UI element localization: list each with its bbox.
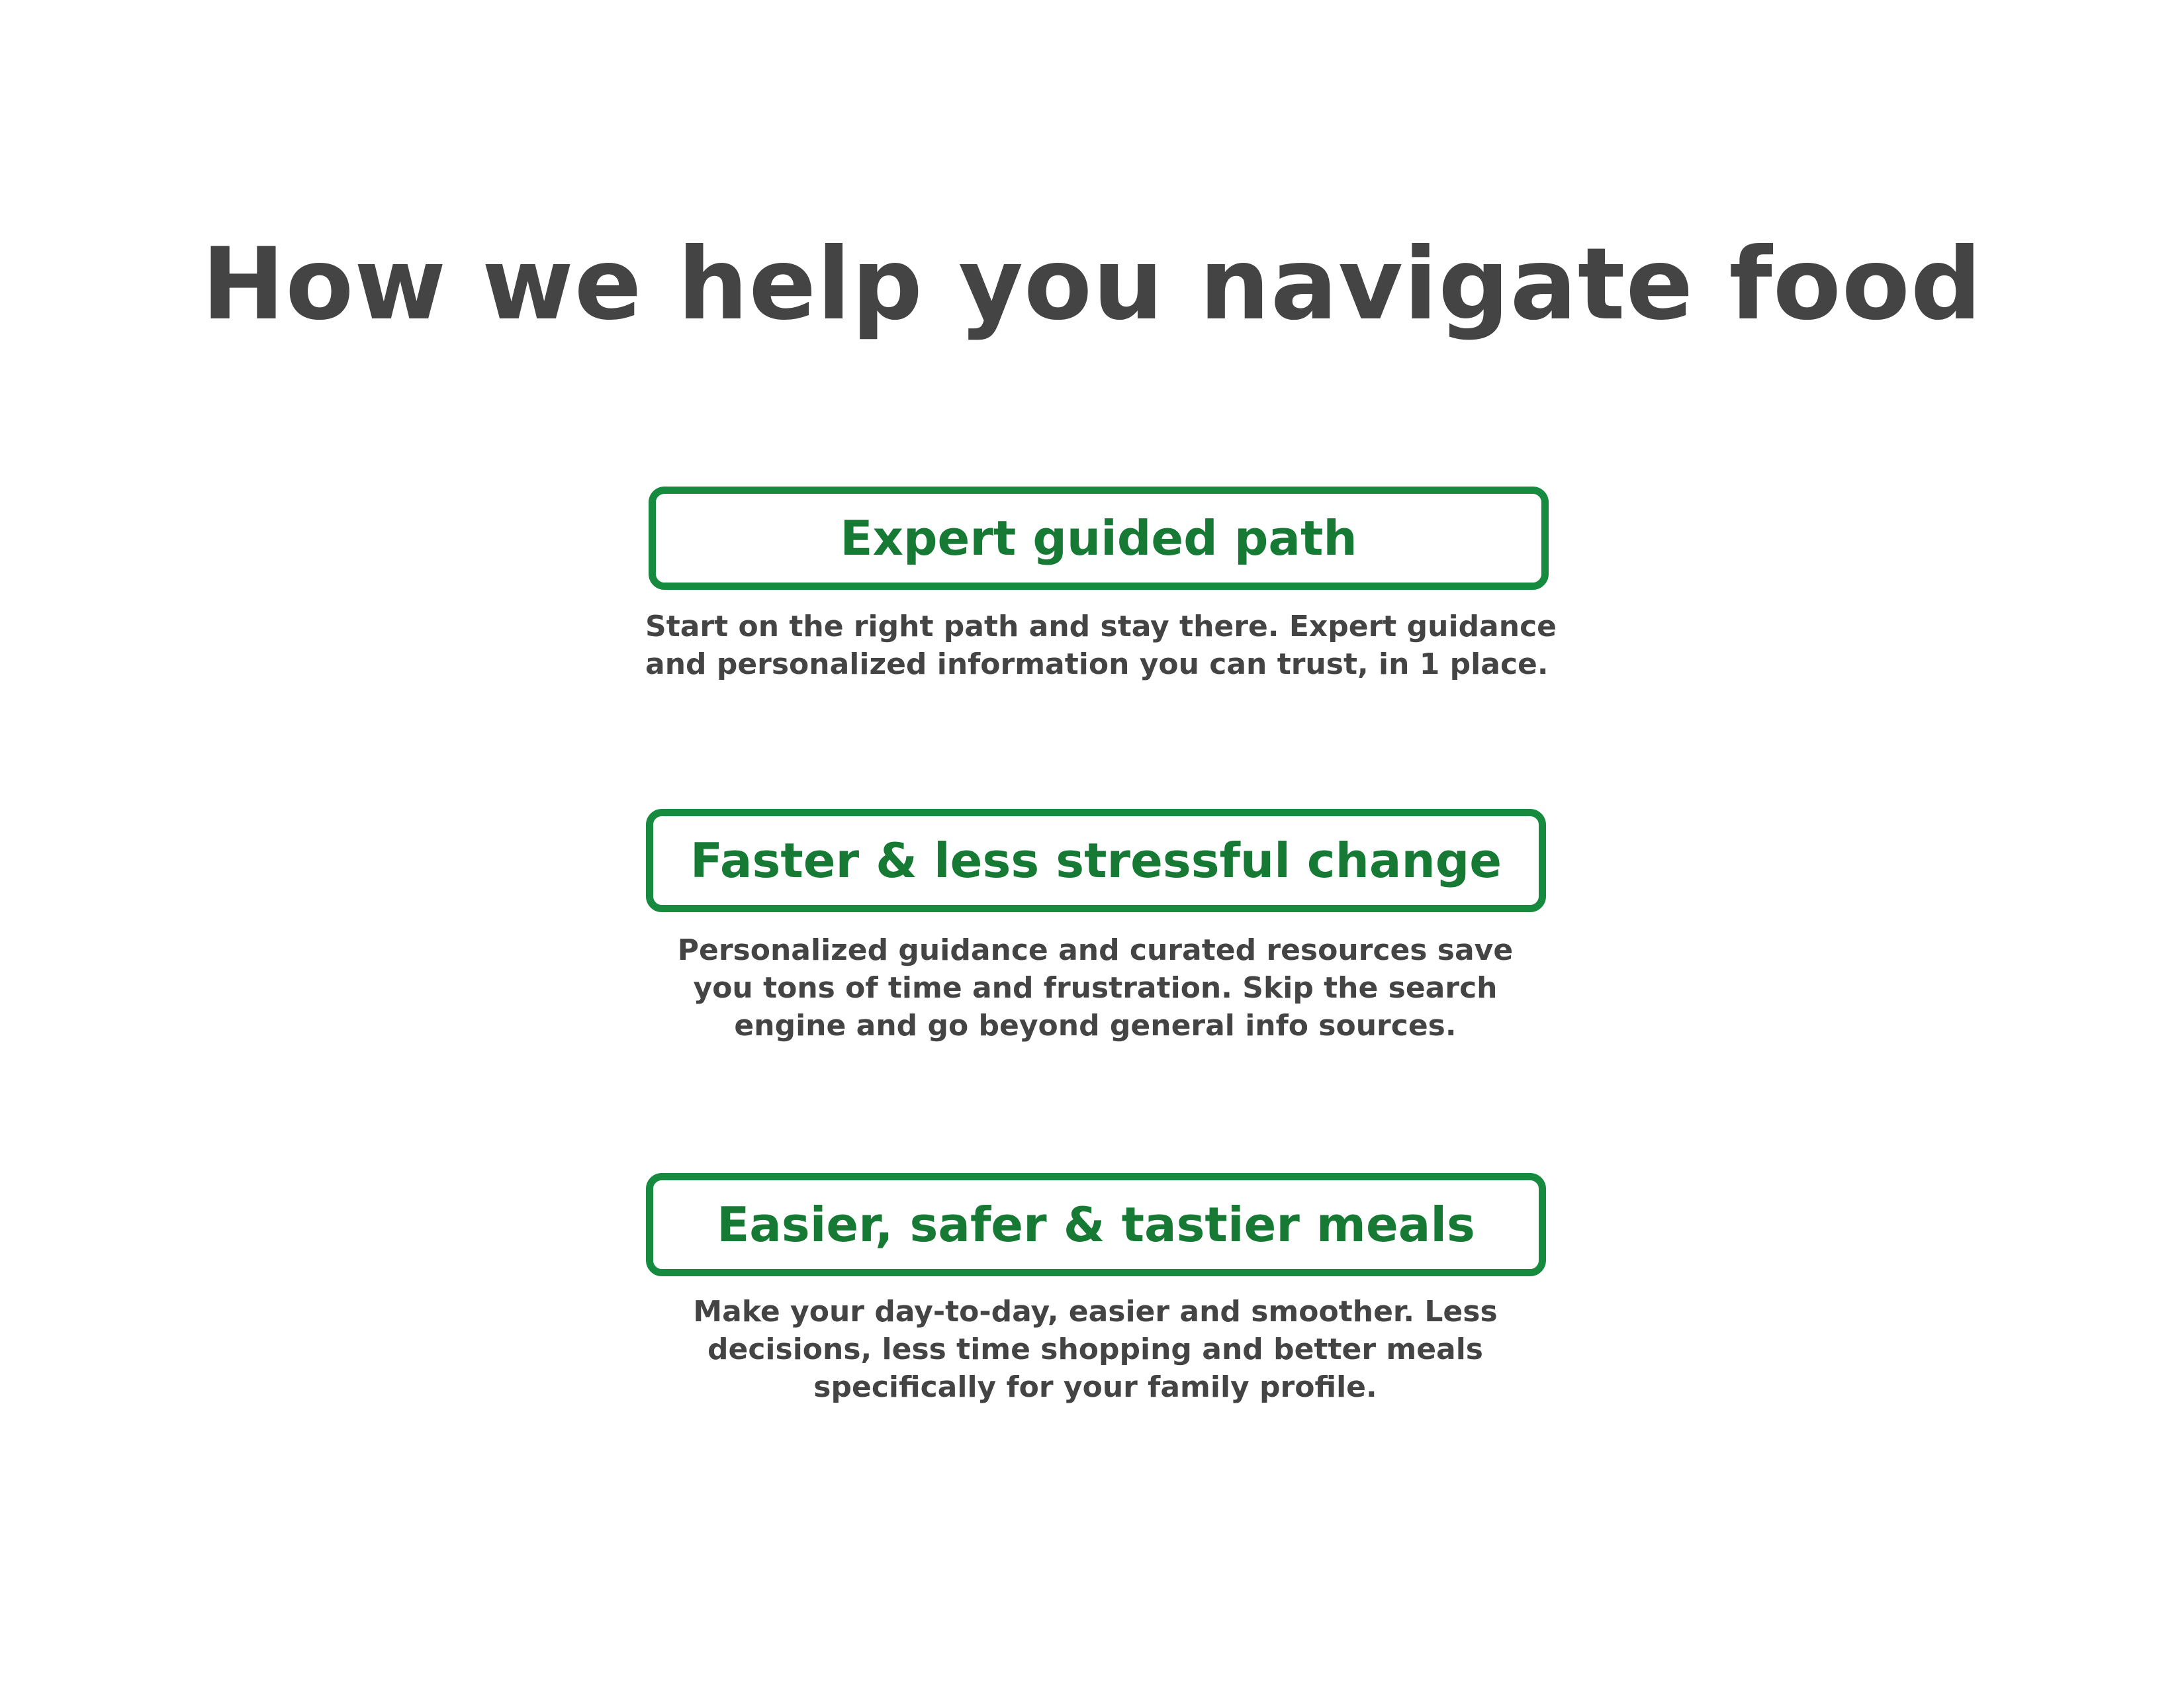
feature-title-box: Expert guided path: [649, 487, 1549, 590]
feature-description-line: engine and go beyond general info source…: [734, 1009, 1457, 1043]
feature-title-box: Faster & less stressful change: [646, 809, 1546, 912]
feature-title: Faster & less stressful change: [690, 833, 1502, 888]
feature-description: Personalized guidance and curated resour…: [645, 931, 1545, 1045]
page-title: How we help you navigate food: [201, 227, 1983, 342]
feature-description-line: Start on the right path and stay there. …: [645, 610, 1557, 643]
feature-description-line: decisions, less time shopping and better…: [707, 1333, 1483, 1366]
feature-description-line: Make your day-to-day, easier and smoothe…: [693, 1295, 1498, 1329]
feature-description-line: Personalized guidance and curated resour…: [677, 933, 1514, 967]
feature-title-box: Easier, safer & tastier meals: [646, 1173, 1546, 1276]
feature-description-line: specifically for your family profile.: [813, 1370, 1377, 1404]
feature-description-line: and personalized information you can tru…: [645, 647, 1549, 681]
feature-description-line: you tons of time and frustration. Skip t…: [693, 971, 1498, 1005]
feature-description: Make your day-to-day, easier and smoothe…: [645, 1293, 1545, 1406]
feature-title: Easier, safer & tastier meals: [717, 1197, 1475, 1252]
feature-title: Expert guided path: [840, 510, 1357, 566]
feature-description: Start on the right path and stay there. …: [645, 608, 1557, 683]
